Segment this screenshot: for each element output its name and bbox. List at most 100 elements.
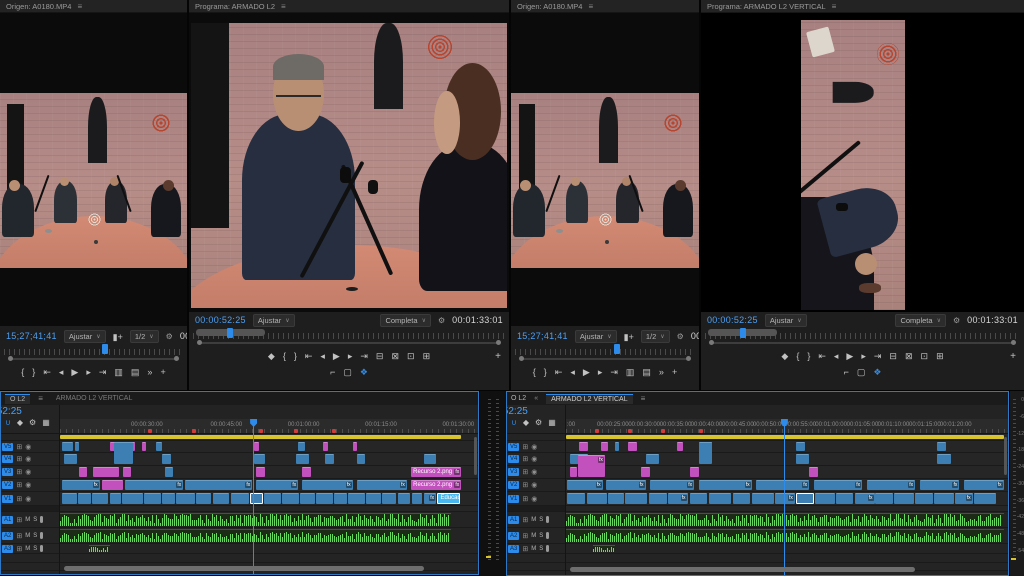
timeline-clip[interactable]: fx — [756, 480, 809, 490]
drag-av-icon[interactable]: ❖ — [873, 368, 881, 377]
panel-menu-icon[interactable]: ≡ — [588, 2, 593, 11]
playhead[interactable] — [253, 419, 254, 574]
timeline-clip[interactable] — [78, 493, 91, 504]
mark-in-icon[interactable]: { — [796, 352, 799, 361]
sync-lock-icon[interactable]: ⊞ — [16, 545, 22, 553]
solo-button[interactable]: S — [33, 533, 37, 539]
settings-icon[interactable]: ⚙ — [953, 316, 960, 325]
export-frame-icon[interactable]: ⊡ — [921, 352, 929, 361]
timeline-clip[interactable] — [937, 454, 950, 464]
solo-button[interactable]: S — [33, 546, 37, 552]
fit-dropdown[interactable]: Ajustar∨ — [64, 330, 106, 343]
zoom-scrollbar[interactable] — [4, 355, 183, 363]
timeline-clip[interactable] — [366, 493, 381, 504]
timeline-clip[interactable] — [424, 454, 437, 464]
timeline-clip[interactable] — [934, 493, 954, 504]
track-target-chip[interactable]: V1 — [508, 495, 519, 503]
timeline-clip[interactable] — [122, 493, 143, 504]
track-header-V6[interactable] — [507, 434, 565, 441]
timeline-clip[interactable] — [316, 493, 333, 504]
step-forward-icon[interactable]: ▸ — [348, 352, 353, 361]
timeline-clip[interactable] — [62, 493, 77, 504]
add-marker-icon[interactable]: ◆ — [17, 419, 23, 427]
timeline-clip[interactable] — [213, 493, 230, 504]
track-header-V5[interactable]: V5⊞◉ — [1, 441, 59, 453]
sequence-marker[interactable] — [595, 429, 599, 433]
go-to-out-icon[interactable]: ⇥ — [360, 352, 368, 361]
voiceover-record-icon[interactable] — [40, 545, 43, 552]
sync-lock-icon[interactable]: ⊞ — [16, 495, 22, 503]
track-lane-A2[interactable] — [60, 528, 478, 544]
insert-icon[interactable]: ▥ — [626, 368, 635, 377]
go-to-in-icon[interactable]: ⇤ — [43, 368, 51, 377]
sync-lock-icon[interactable]: ⊞ — [522, 495, 528, 503]
timeline-clip[interactable] — [608, 493, 623, 504]
timeline-clip[interactable]: fx — [964, 480, 1004, 490]
sync-lock-icon[interactable]: ⊞ — [522, 532, 528, 540]
toggle-track-output-icon[interactable]: ◉ — [25, 468, 31, 476]
playhead-handle[interactable] — [740, 328, 746, 338]
track-target-chip[interactable]: V3 — [508, 468, 519, 476]
timeline-clip[interactable] — [162, 454, 170, 464]
timeline-clip[interactable] — [79, 467, 87, 477]
add-frame-icon[interactable]: + — [118, 332, 123, 342]
step-back-icon[interactable]: ◂ — [570, 368, 575, 377]
timeline-clip[interactable] — [254, 454, 264, 464]
button-editor-icon[interactable]: + — [495, 351, 501, 362]
play-icon[interactable]: ▶ — [583, 368, 590, 377]
mark-out-icon[interactable]: } — [32, 368, 35, 377]
snap-icon[interactable]: ∪ — [5, 419, 11, 427]
track-target-chip[interactable]: V2 — [508, 481, 519, 489]
timeline-clip[interactable]: Educac... — [437, 493, 460, 504]
toggle-track-output-icon[interactable]: ◉ — [25, 443, 31, 451]
timeline-clip[interactable] — [615, 442, 619, 451]
track-header-A2[interactable]: A2⊞MS — [507, 528, 565, 544]
solo-button[interactable]: S — [33, 517, 37, 523]
track-header-V3[interactable]: V3⊞◉ — [1, 466, 59, 479]
zoom-dropdown[interactable]: 1/2∨ — [130, 330, 159, 343]
zoom-scrollbar[interactable] — [705, 339, 1020, 347]
timeline-clip[interactable]: fx — [606, 480, 646, 490]
toggle-track-output-icon[interactable]: ◉ — [25, 455, 31, 463]
snap-icon[interactable]: ∪ — [511, 419, 517, 427]
track-lane-area[interactable]: :0000:00:25:0000:00:30:0000:00:35:0000:0… — [566, 405, 1008, 575]
timeline-clip[interactable] — [974, 493, 996, 504]
sequence-marker[interactable] — [192, 429, 196, 433]
timeline-clip[interactable] — [836, 493, 854, 504]
add-marker-icon[interactable]: ◆ — [523, 419, 529, 427]
audio-clip-waveform[interactable] — [89, 545, 110, 552]
timeline-clip[interactable] — [649, 493, 667, 504]
timeline-clip[interactable] — [142, 442, 146, 451]
timeline-clip[interactable] — [156, 442, 162, 451]
go-to-out-icon[interactable]: ⇥ — [99, 368, 107, 377]
go-to-out-icon[interactable]: ⇥ — [874, 352, 882, 361]
go-to-in-icon[interactable]: ⇤ — [555, 368, 563, 377]
timeline-clip[interactable]: fx — [578, 455, 605, 477]
track-header-V1[interactable]: V1⊞◉ — [507, 492, 565, 506]
go-to-in-icon[interactable]: ⇤ — [818, 352, 826, 361]
timeline-clip[interactable] — [325, 454, 333, 464]
track-header-A5[interactable] — [1, 563, 59, 571]
timeline-timecode[interactable]: 00:00:52:25 — [507, 405, 565, 417]
solo-button[interactable]: S — [539, 533, 543, 539]
step-forward-icon[interactable]: ▸ — [598, 368, 603, 377]
timeline-clip[interactable] — [641, 467, 650, 477]
track-lane-V3[interactable]: fx — [566, 466, 1008, 479]
sync-lock-icon[interactable]: ⊞ — [522, 455, 528, 463]
sync-lock-icon[interactable]: ⊞ — [16, 455, 22, 463]
timeline-clip[interactable] — [796, 493, 814, 504]
lift-icon[interactable]: ⊟ — [376, 352, 384, 361]
timeline-clip[interactable]: fx — [650, 480, 694, 490]
track-target-chip[interactable]: V5 — [2, 443, 13, 451]
mark-out-icon[interactable]: } — [807, 352, 810, 361]
quality-dropdown[interactable]: Completa∨ — [380, 314, 431, 327]
panel-menu-icon[interactable]: ≡ — [281, 2, 286, 11]
timeline-clip[interactable] — [587, 493, 607, 504]
toggle-track-output-icon[interactable]: ◉ — [25, 481, 31, 489]
timeline-clip[interactable] — [114, 442, 133, 464]
timeline-clip[interactable] — [646, 454, 659, 464]
solo-button[interactable]: S — [539, 517, 543, 523]
button-editor-icon[interactable]: + — [672, 368, 677, 377]
timeline-clip[interactable]: Recurso 2.pngfx — [411, 480, 461, 490]
timeline-clip[interactable] — [353, 442, 357, 451]
